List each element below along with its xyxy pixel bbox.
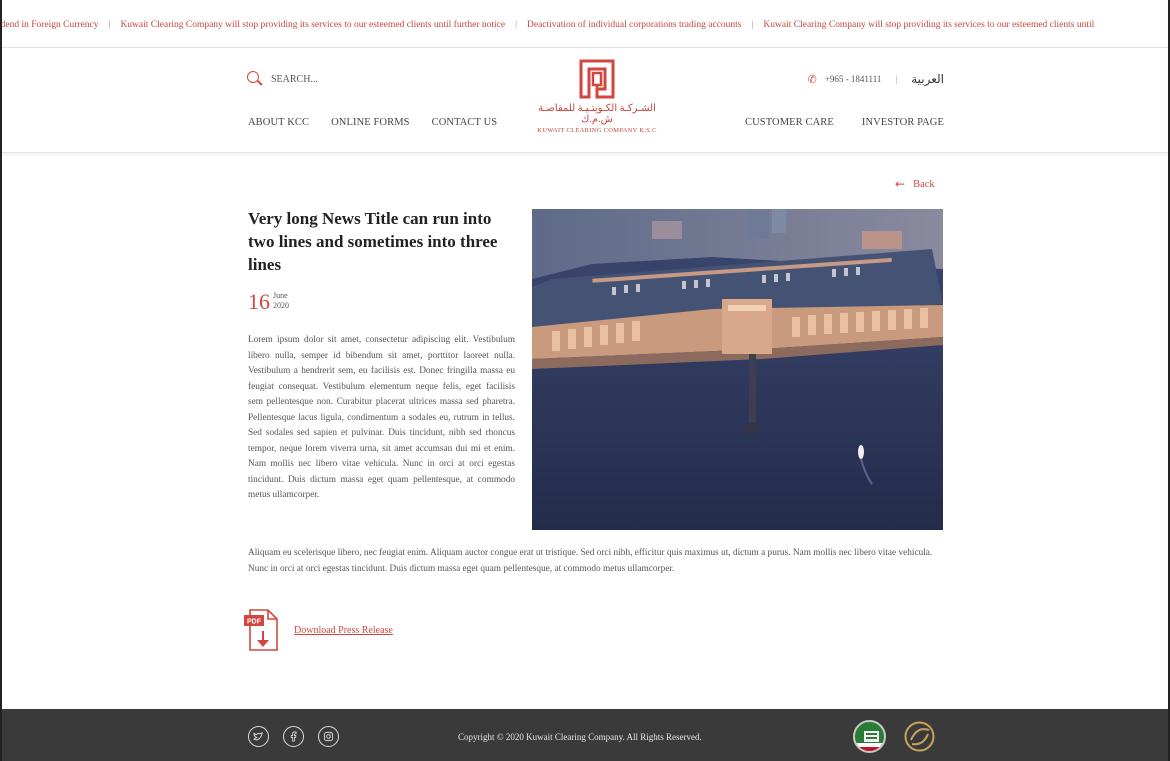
copyright-text: Copyright © 2020 Kuwait Clearing Company… (458, 732, 702, 742)
download-link[interactable]: Download Press Release (294, 625, 393, 636)
back-button[interactable]: ← Back (895, 177, 935, 191)
back-label: Back (913, 178, 935, 190)
pdf-file-icon: PDF (244, 609, 278, 651)
article-paragraph-2: Aliquam eu scelerisque libero, nec feugi… (248, 548, 933, 574)
logo-arabic-text: الشـركـة الكـويتـيـة للمقاصـة ش.م.ك (538, 103, 656, 125)
site-header: ABOUT KCC ONLINE FORMS CONTACT US الشـرك… (2, 49, 1168, 153)
vision-emblem-icon[interactable] (903, 720, 936, 753)
ticker-item[interactable]: Deactivation of individual corporations … (527, 20, 741, 30)
search-box[interactable] (247, 71, 391, 87)
date-month: June (273, 291, 288, 300)
harbor-aerial-photo (532, 209, 943, 530)
contact-bar: ✆ +965 - 1841111 | العربية (808, 72, 944, 86)
news-date: 16 June 2020 (248, 290, 289, 314)
search-input[interactable] (271, 73, 391, 85)
nav-contact-us[interactable]: CONTACT US (432, 117, 498, 128)
article-paragraph-1: Lorem ipsum dolor sit amet, consectetur … (248, 335, 515, 500)
facebook-icon[interactable] (283, 726, 304, 747)
instagram-icon[interactable] (318, 726, 339, 747)
page-frame: idend in Foreign Currency | Kuwait Clearin… (0, 0, 1170, 761)
social-links (248, 726, 339, 747)
news-image (532, 209, 943, 530)
nav-customer-care[interactable]: CUSTOMER CARE (745, 117, 834, 128)
date-day: 16 (248, 289, 270, 314)
nav-online-forms[interactable]: ONLINE FORMS (331, 117, 410, 128)
phone-icon: ✆ (807, 72, 817, 86)
date-month-year: June 2020 (273, 291, 289, 311)
logo-english-text: KUWAIT CLEARING COMPANY K.S.C (537, 127, 657, 134)
ticker-item[interactable]: idend in Foreign Currency (2, 20, 99, 30)
pdf-badge: PDF (247, 619, 262, 626)
ticker-separator: | (751, 20, 754, 30)
search-icon[interactable] (247, 71, 263, 87)
news-ticker: idend in Foreign Currency | Kuwait Clearin… (2, 0, 1168, 48)
site-footer: Copyright © 2020 Kuwait Clearing Company… (2, 709, 1168, 761)
twitter-icon[interactable] (248, 726, 269, 747)
date-year: 2020 (273, 301, 289, 310)
ticker-item[interactable]: Kuwait Clearing Company will stop provid… (763, 20, 1094, 30)
kcc-logo[interactable]: الشـركـة الكـويتـيـة للمقاصـة ش.م.ك KUWA… (522, 59, 672, 147)
kcc-logo-mark-icon (579, 59, 615, 99)
ticker-separator: | (515, 20, 518, 30)
ticker-separator: | (108, 20, 111, 30)
ticker-item[interactable]: Kuwait Clearing Company will stop provid… (120, 20, 505, 30)
download-press-release[interactable]: PDF Download Press Release (242, 607, 393, 653)
language-toggle[interactable]: العربية (911, 72, 944, 86)
nav-right: CUSTOMER CARE INVESTOR PAGE (745, 117, 944, 128)
kuwait-emblem-icon[interactable] (853, 720, 886, 753)
news-title: Very long News Title can run into two li… (248, 209, 498, 274)
arrow-left-icon: ← (895, 177, 906, 191)
nav-left: ABOUT KCC ONLINE FORMS CONTACT US (248, 117, 497, 128)
ticker-track: idend in Foreign Currency | Kuwait Clearin… (2, 20, 1094, 30)
header-divider: | (895, 74, 898, 84)
nav-about-kcc[interactable]: ABOUT KCC (248, 117, 309, 128)
nav-investor-page[interactable]: INVESTOR PAGE (862, 117, 944, 128)
phone-number[interactable]: +965 - 1841111 (825, 74, 882, 84)
